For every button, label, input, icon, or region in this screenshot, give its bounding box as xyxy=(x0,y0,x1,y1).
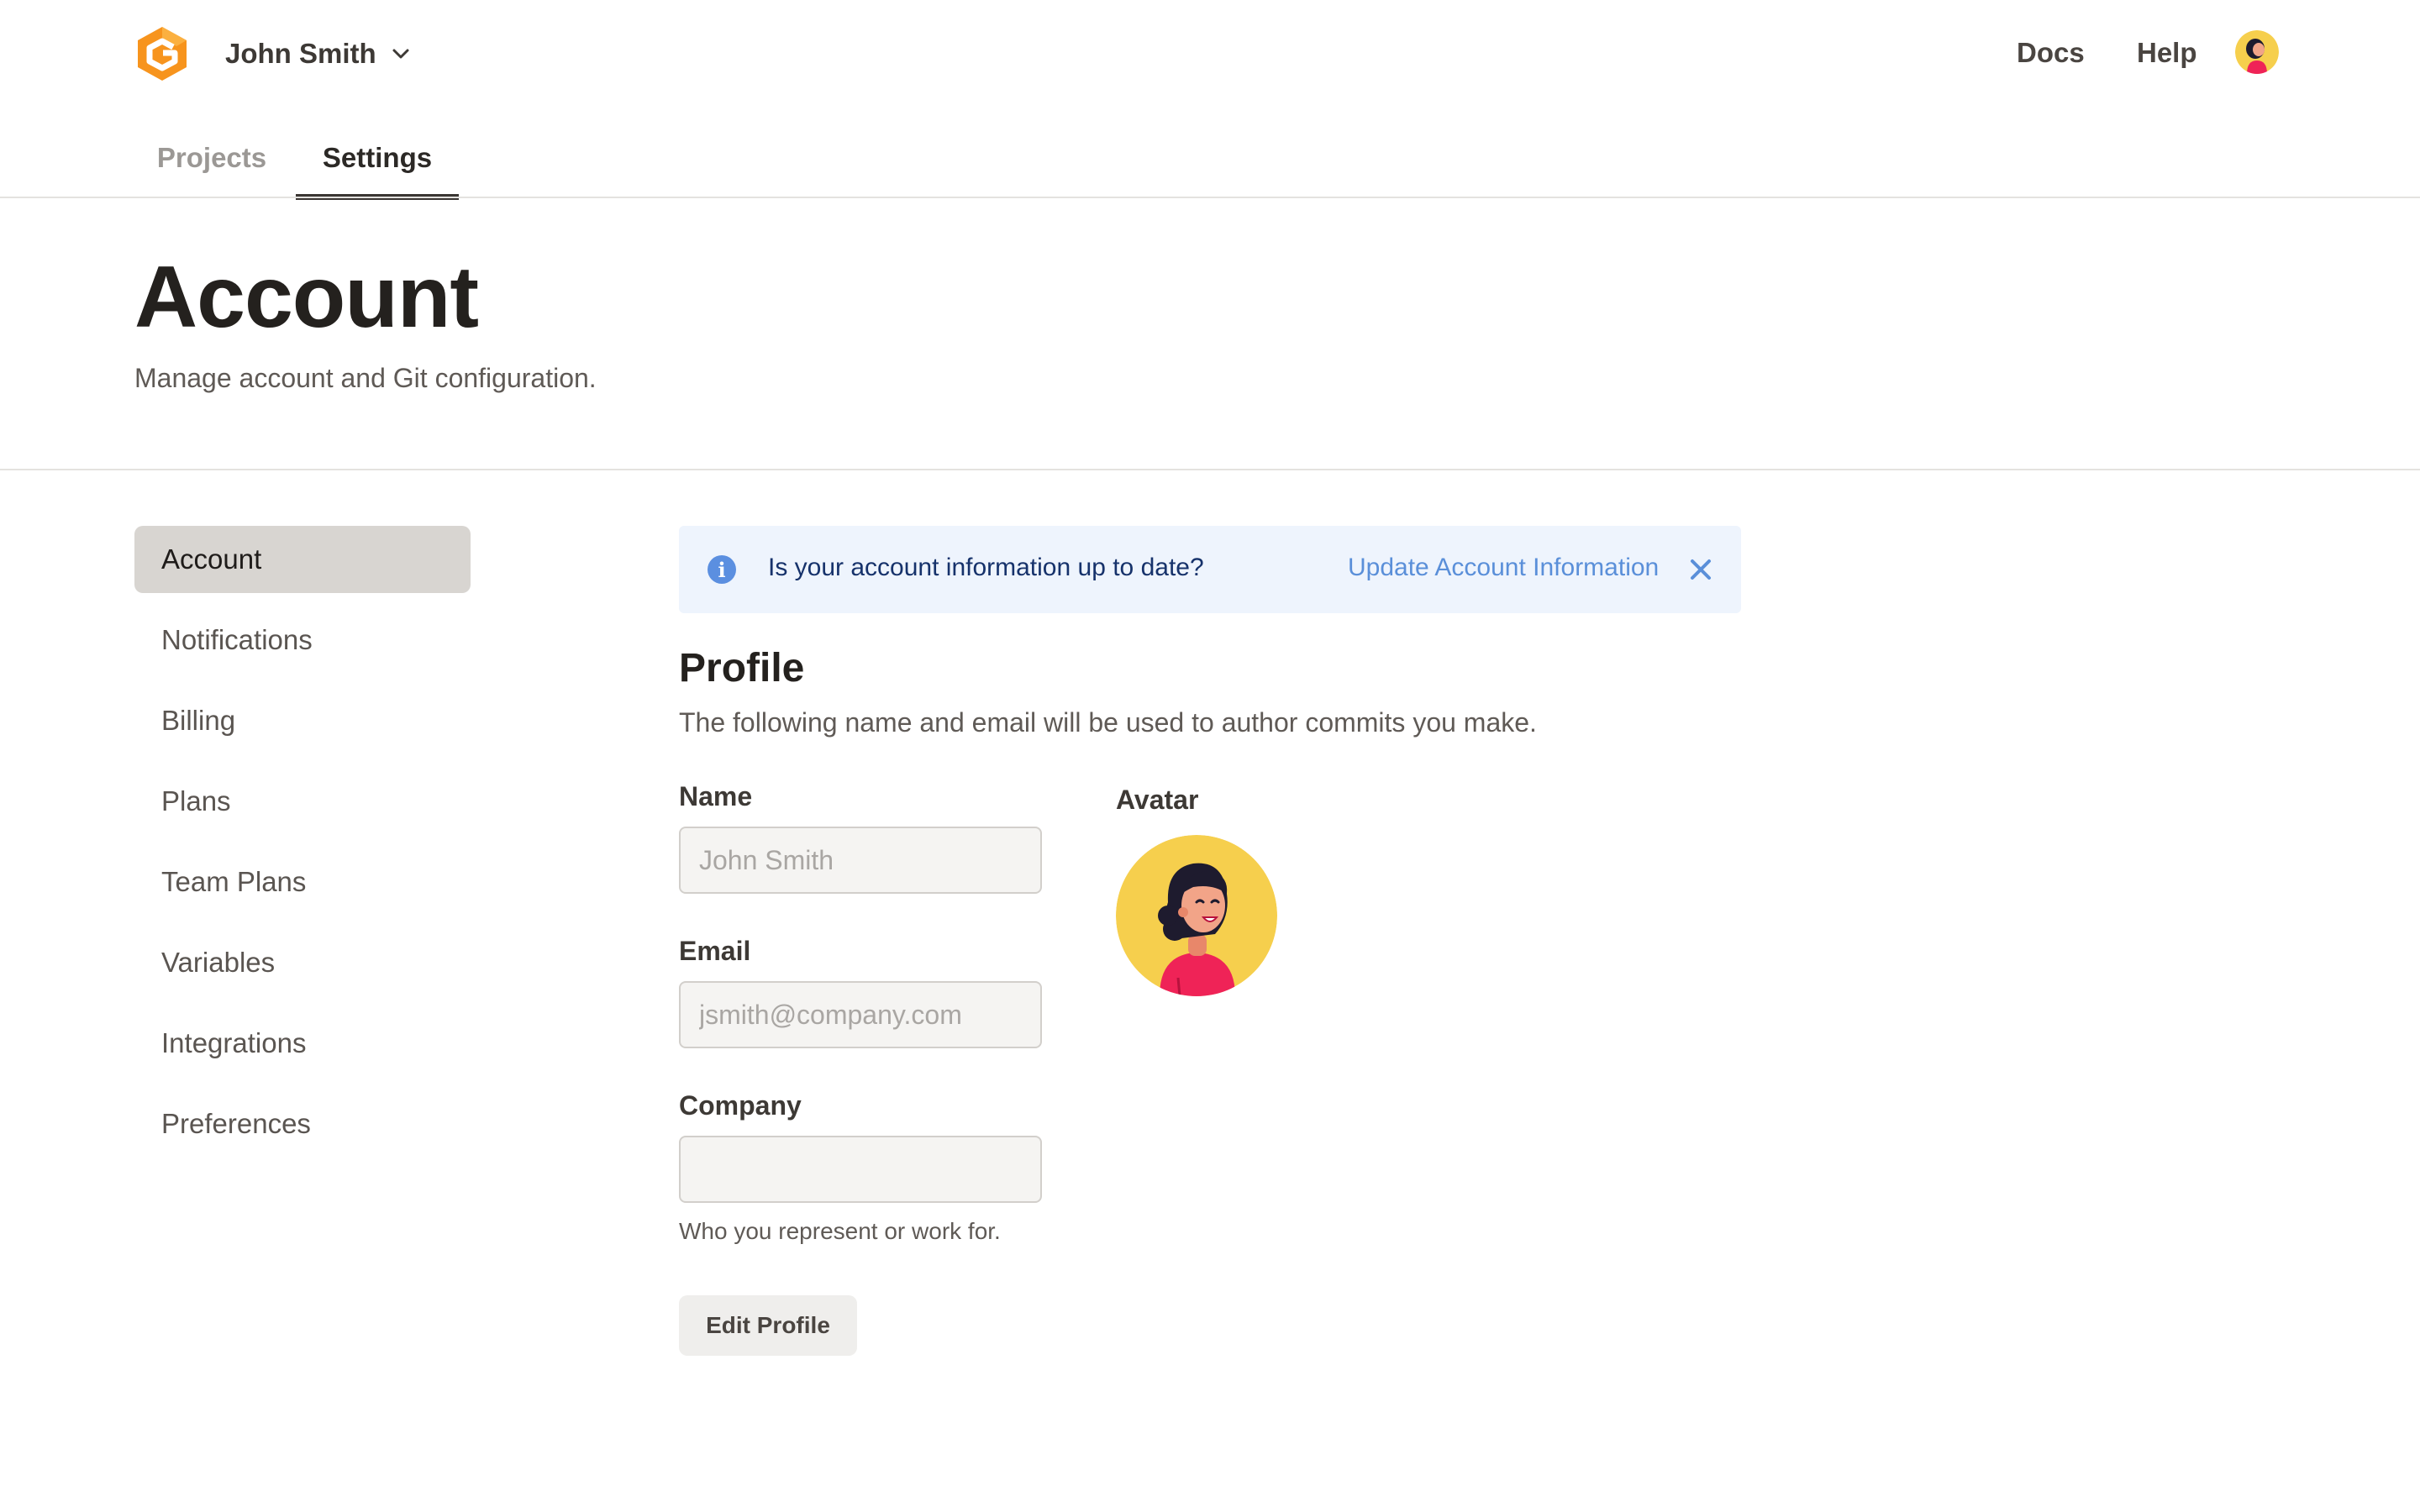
sidebar-item-team-plans[interactable]: Team Plans xyxy=(134,848,471,916)
sidebar-item-variables[interactable]: Variables xyxy=(134,929,471,996)
docs-link[interactable]: Docs xyxy=(2017,37,2085,69)
sidebar-item-label: Plans xyxy=(161,785,231,816)
header-divider xyxy=(0,197,2420,198)
page-subtitle: Manage account and Git configuration. xyxy=(134,363,597,393)
banner-message: Is your account information up to date? xyxy=(768,554,1204,581)
sidebar-item-label: Preferences xyxy=(161,1108,311,1139)
account-name: John Smith xyxy=(225,38,376,69)
user-avatar-button[interactable] xyxy=(2235,30,2279,74)
sidebar-item-label: Variables xyxy=(161,947,276,978)
company-hint: Who you represent or work for. xyxy=(679,1218,1001,1244)
sidebar-item-label: Account xyxy=(161,543,262,575)
top-navigation: John Smith Docs Help xyxy=(0,0,2420,108)
company-label: Company xyxy=(679,1090,802,1121)
sidebar-item-label: Billing xyxy=(161,705,236,736)
info-banner: i Is your account information up to date… xyxy=(679,526,1741,613)
profile-title: Profile xyxy=(679,646,805,690)
sidebar-item-label: Notifications xyxy=(161,624,313,655)
sidebar-item-account[interactable]: Account xyxy=(134,526,471,593)
sidebar-item-label: Integrations xyxy=(161,1027,307,1058)
close-icon[interactable] xyxy=(1684,553,1718,586)
profile-subtitle: The following name and email will be use… xyxy=(679,707,1537,738)
edit-profile-button[interactable]: Edit Profile xyxy=(679,1295,857,1356)
profile-avatar xyxy=(1116,835,1277,996)
tab-settings[interactable]: Settings xyxy=(296,118,459,200)
avatar-icon xyxy=(1116,835,1277,996)
tab-label: Settings xyxy=(322,142,433,173)
page-title: Account xyxy=(134,249,479,346)
sidebar-item-integrations[interactable]: Integrations xyxy=(134,1010,471,1077)
sidebar-item-preferences[interactable]: Preferences xyxy=(134,1090,471,1158)
account-switcher[interactable]: John Smith xyxy=(225,34,412,74)
sidebar-item-label: Team Plans xyxy=(161,866,307,897)
company-field[interactable] xyxy=(679,1136,1042,1203)
logo-icon[interactable] xyxy=(134,25,190,82)
name-field[interactable] xyxy=(679,827,1042,894)
name-label: Name xyxy=(679,781,753,811)
update-account-link[interactable]: Update Account Information xyxy=(1348,554,1659,582)
tab-projects[interactable]: Projects xyxy=(157,118,266,198)
avatar-icon xyxy=(2235,30,2279,74)
avatar-label: Avatar xyxy=(1116,785,1199,815)
info-icon: i xyxy=(708,555,736,584)
email-field[interactable] xyxy=(679,981,1042,1048)
tab-label: Projects xyxy=(156,142,267,173)
sidebar-item-plans[interactable]: Plans xyxy=(134,768,471,835)
chevron-down-icon xyxy=(392,49,409,59)
help-link[interactable]: Help xyxy=(2137,37,2197,69)
sidebar-item-billing[interactable]: Billing xyxy=(134,687,471,754)
section-divider xyxy=(0,469,2420,470)
email-label: Email xyxy=(679,936,751,966)
sidebar-item-notifications[interactable]: Notifications xyxy=(134,606,471,674)
